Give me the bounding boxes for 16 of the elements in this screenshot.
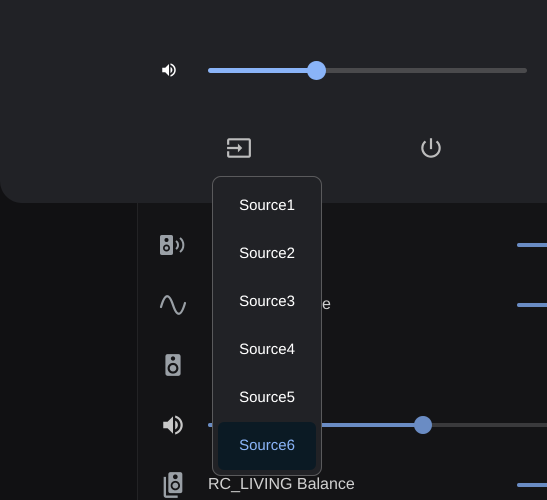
row-label: RC_LIVING Balance xyxy=(208,475,355,495)
menu-item[interactable]: Source5 xyxy=(218,374,316,422)
slider-fill[interactable] xyxy=(517,243,547,247)
menu-item[interactable]: Source1 xyxy=(218,182,316,230)
volume-slider-track[interactable] xyxy=(208,68,527,72)
volume-icon xyxy=(160,61,178,79)
speaker-icon xyxy=(159,233,187,257)
menu-item[interactable]: Source3 xyxy=(218,278,316,326)
menu-item[interactable]: Source4 xyxy=(218,326,316,374)
menu-item[interactable]: Source6 xyxy=(218,422,316,470)
volume-slider-thumb[interactable] xyxy=(307,60,326,80)
slider-fill[interactable] xyxy=(517,483,547,487)
slider-fill[interactable] xyxy=(517,303,547,307)
slider-thumb[interactable] xyxy=(414,416,432,434)
menu-item[interactable]: Source2 xyxy=(218,230,316,278)
row-label: e xyxy=(322,295,331,315)
